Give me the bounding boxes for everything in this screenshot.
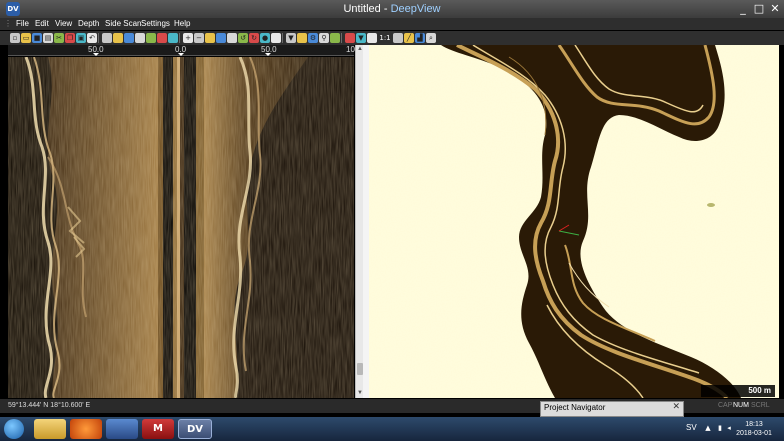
select-icon[interactable] [216, 33, 226, 43]
menu-grip-icon: ⋮ [4, 19, 12, 28]
document-title: Untitled [343, 3, 381, 15]
deepview-window: DV Untitled - DeepView _ □ ✕ ⋮ File Edit… [0, 0, 784, 441]
menu-bar: ⋮ File Edit View Depth Side Scan Setting… [0, 18, 784, 30]
taskbar-media-player-icon[interactable] [70, 419, 102, 439]
open-icon[interactable]: ▭ [21, 33, 31, 43]
rotate-right-icon[interactable]: ↻ [249, 33, 259, 43]
panel-icon[interactable] [367, 33, 377, 43]
tray-expand-icon[interactable]: ▲ [704, 424, 712, 432]
track-icon[interactable] [102, 33, 112, 43]
project-navigator-panel[interactable]: Project Navigator ✕ [540, 401, 684, 417]
toolbar-separator [98, 33, 99, 43]
waypoint-icon[interactable] [146, 33, 156, 43]
menu-depth[interactable]: Depth [78, 19, 99, 28]
network-icon[interactable]: ▮ [716, 424, 724, 432]
minimize-button[interactable]: _ [735, 1, 751, 16]
window-title: Untitled - DeepView [0, 3, 784, 15]
taskbar-explorer-icon[interactable] [34, 419, 66, 439]
menu-help[interactable]: Help [174, 19, 190, 28]
caps-lock-indicator: CAP [718, 402, 733, 409]
scroll-lock-indicator: SCRL [751, 402, 770, 409]
close-button[interactable]: ✕ [767, 1, 783, 16]
start-button[interactable] [4, 419, 24, 439]
menu-side-scan[interactable]: Side Scan [105, 19, 141, 28]
filter-down-icon[interactable]: ▼ [356, 33, 366, 43]
save-icon[interactable]: ■ [32, 33, 42, 43]
volume-icon[interactable]: ◂ [725, 424, 733, 432]
toolbar-separator [282, 33, 283, 43]
palette-icon[interactable] [135, 33, 145, 43]
zoom-out-icon[interactable]: − [194, 33, 204, 43]
deepview-glyph: DV [186, 424, 204, 435]
print-icon[interactable]: ▤ [43, 33, 53, 43]
menu-settings[interactable]: Settings [141, 19, 170, 28]
copy-icon[interactable]: ❐ [65, 33, 75, 43]
layer-icon[interactable] [113, 33, 123, 43]
ruler-tick [265, 53, 271, 56]
clock-date: 2018-03-01 [736, 430, 772, 437]
paste-icon[interactable]: ▣ [76, 33, 86, 43]
filter-icon[interactable]: ▼ [286, 33, 296, 43]
ruler-tick [178, 53, 184, 56]
ruler-tick [93, 53, 99, 56]
project-navigator-title: Project Navigator [544, 403, 606, 412]
ruler-label-edge: 10 [346, 45, 355, 54]
rectangle-icon[interactable] [227, 33, 237, 43]
title-bar[interactable]: DV Untitled - DeepView _ □ ✕ [0, 0, 784, 18]
ruler-icon[interactable]: ╱ [404, 33, 414, 43]
toolbar: ▫ ▭ ■ ▤ ✂ ❐ ▣ ↶ + − ↺ ↻ ● ▼ ⚙ ⚲ ▼ 1:1 ╱ ▟ ⌕ [0, 31, 784, 45]
num-lock-indicator: NUM [733, 402, 749, 409]
bathymetry-map[interactable]: 500 m [369, 45, 779, 398]
route-icon[interactable] [157, 33, 167, 43]
taskbar-shield-icon[interactable] [106, 419, 138, 439]
export-icon[interactable] [345, 33, 355, 43]
menu-view[interactable]: View [55, 19, 72, 28]
taskbar-antivirus-icon[interactable]: M [142, 419, 174, 439]
rotate-left-icon[interactable]: ↺ [238, 33, 248, 43]
language-indicator[interactable]: SV [686, 423, 697, 432]
toolbar-separator [179, 33, 180, 43]
title-separator: - [380, 3, 391, 15]
contrast-icon[interactable] [297, 33, 307, 43]
pan-icon[interactable] [205, 33, 215, 43]
cursor-coordinates: 59°13.444' N 18°10.600' E [8, 402, 91, 409]
zoom-in-icon[interactable]: + [183, 33, 193, 43]
menu-edit[interactable]: Edit [35, 19, 49, 28]
new-icon[interactable]: ▫ [10, 33, 20, 43]
map-scale-bar: 500 m [701, 385, 775, 397]
gain-icon[interactable] [330, 33, 340, 43]
side-scan-waterfall[interactable] [8, 57, 354, 398]
lake-depth-map [369, 45, 779, 398]
cut-icon[interactable]: ✂ [54, 33, 64, 43]
application-title: DeepView [390, 3, 441, 15]
zoom-1-to-1-button[interactable]: 1:1 [378, 33, 392, 43]
marker-icon[interactable] [168, 33, 178, 43]
pin-icon[interactable]: ⚲ [319, 33, 329, 43]
side-scan-image [8, 57, 354, 398]
undo-icon[interactable]: ↶ [87, 33, 97, 43]
split-icon[interactable] [393, 33, 403, 43]
zoom-icon[interactable]: ⌕ [426, 33, 436, 43]
chart-icon[interactable]: ▟ [415, 33, 425, 43]
sonar-vertical-scrollbar[interactable]: ▲ ▼ [355, 45, 363, 398]
measure-icon[interactable] [271, 33, 281, 43]
range-ruler: 50.0 0.0 50.0 10 [8, 45, 355, 56]
system-clock[interactable]: 18:13 2018-03-01 [734, 420, 774, 438]
navigator-close-icon[interactable]: ✕ [672, 402, 680, 412]
antivirus-glyph: M [153, 423, 163, 434]
menu-file[interactable]: File [16, 19, 29, 28]
clock-time: 18:13 [745, 421, 763, 428]
taskbar-deepview-icon[interactable]: DV [178, 419, 212, 439]
windows-taskbar: M DV SV ▲ ▮ ◂ 18:13 2018-03-01 [0, 417, 784, 441]
maximize-button[interactable]: □ [751, 1, 767, 16]
settings-icon[interactable]: ⚙ [308, 33, 318, 43]
record-icon[interactable]: ● [260, 33, 270, 43]
grid-icon[interactable] [124, 33, 134, 43]
toolbar-separator [341, 33, 342, 43]
